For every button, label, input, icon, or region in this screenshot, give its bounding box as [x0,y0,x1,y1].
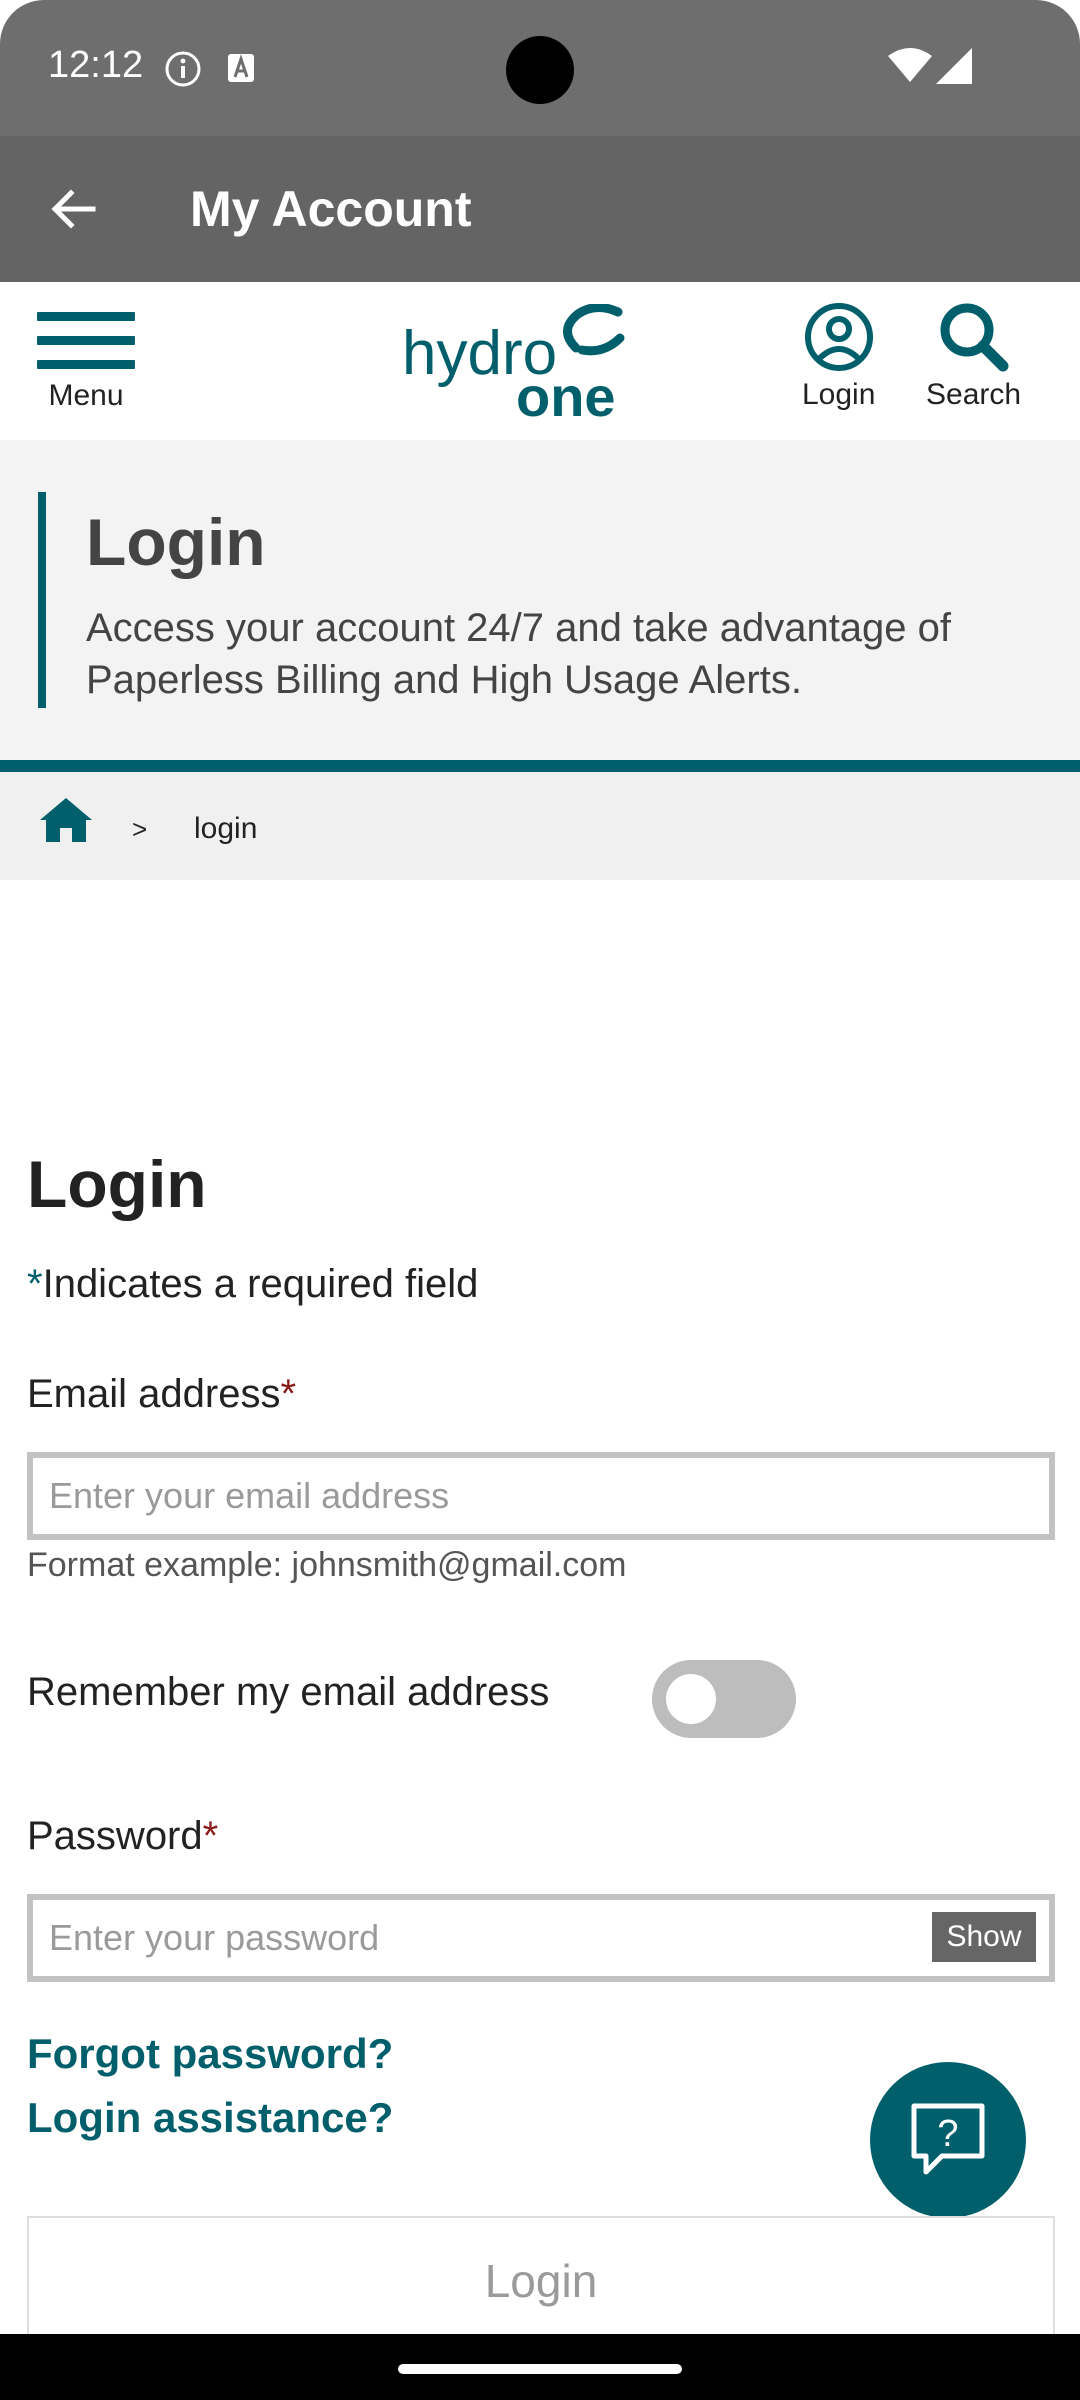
header-login-button[interactable]: Login [802,302,875,412]
login-assistance-link[interactable]: Login assistance? [27,2094,393,2142]
home-icon [40,798,92,842]
header-search-button[interactable]: Search [926,302,1021,412]
app-bar: My Account [0,136,1080,282]
arrow-back-icon [51,189,96,229]
hero-banner: Login Access your account 24/7 and take … [0,440,1080,760]
email-required-star: * [280,1372,297,1416]
required-field-note: *Indicates a required field [27,1262,478,1307]
email-label: Email address* [27,1372,296,1417]
email-input[interactable] [27,1452,1055,1540]
wifi-icon [888,48,932,87]
hero-accent-bar [38,492,46,708]
camera-cutout [506,36,574,104]
show-password-button[interactable]: Show [932,1912,1036,1962]
hero-divider [0,760,1080,772]
hero-title: Login [86,505,266,579]
email-format-hint: Format example: johnsmith@gmail.com [27,1546,627,1584]
site-header: Menu hydro one Login Search [0,282,1080,440]
signal-icon [936,48,972,89]
password-required-star: * [202,1814,219,1858]
remember-email-label: Remember my email address [27,1670,550,1714]
help-chat-button[interactable]: ? [870,2062,1026,2218]
home-gesture-pill[interactable] [398,2364,682,2374]
back-button[interactable] [40,176,106,242]
app-bar-title: My Account [190,181,472,237]
hydro-one-logo[interactable]: hydro one [400,303,630,428]
login-form-title: Login [27,1147,207,1221]
hero-description: Access your account 24/7 and take advant… [86,606,952,702]
hamburger-icon [37,312,135,379]
remember-email-toggle[interactable] [652,1660,796,1738]
password-label-text: Password [27,1814,203,1858]
breadcrumb-separator: > [132,814,148,844]
user-circle-icon [804,303,873,371]
email-label-text: Email address [27,1372,281,1416]
login-submit-button[interactable]: Login [27,2216,1055,2346]
system-nav-bar [0,2334,1080,2400]
info-icon [164,50,202,93]
required-note-text: Indicates a required field [42,1262,479,1306]
svg-text:?: ? [937,2113,958,2155]
menu-label: Menu [48,379,124,412]
menu-button[interactable]: Menu [36,312,136,413]
password-input[interactable] [27,1894,1055,1982]
status-time: 12:12 [48,44,144,86]
svg-text:one: one [516,365,616,424]
toggle-knob [666,1674,716,1724]
chat-question-icon: ? [911,2103,985,2175]
breadcrumb: > login [0,772,1080,880]
required-star: * [27,1262,43,1306]
password-label: Password* [27,1814,218,1859]
search-icon [940,303,1009,372]
header-search-label: Search [926,378,1022,411]
header-login-label: Login [802,378,876,411]
breadcrumb-home-link[interactable] [38,796,94,849]
forgot-password-link[interactable]: Forgot password? [27,2030,393,2078]
status-bar: 12:12 [0,0,1080,136]
font-icon [226,50,256,91]
breadcrumb-current: login [194,812,258,845]
